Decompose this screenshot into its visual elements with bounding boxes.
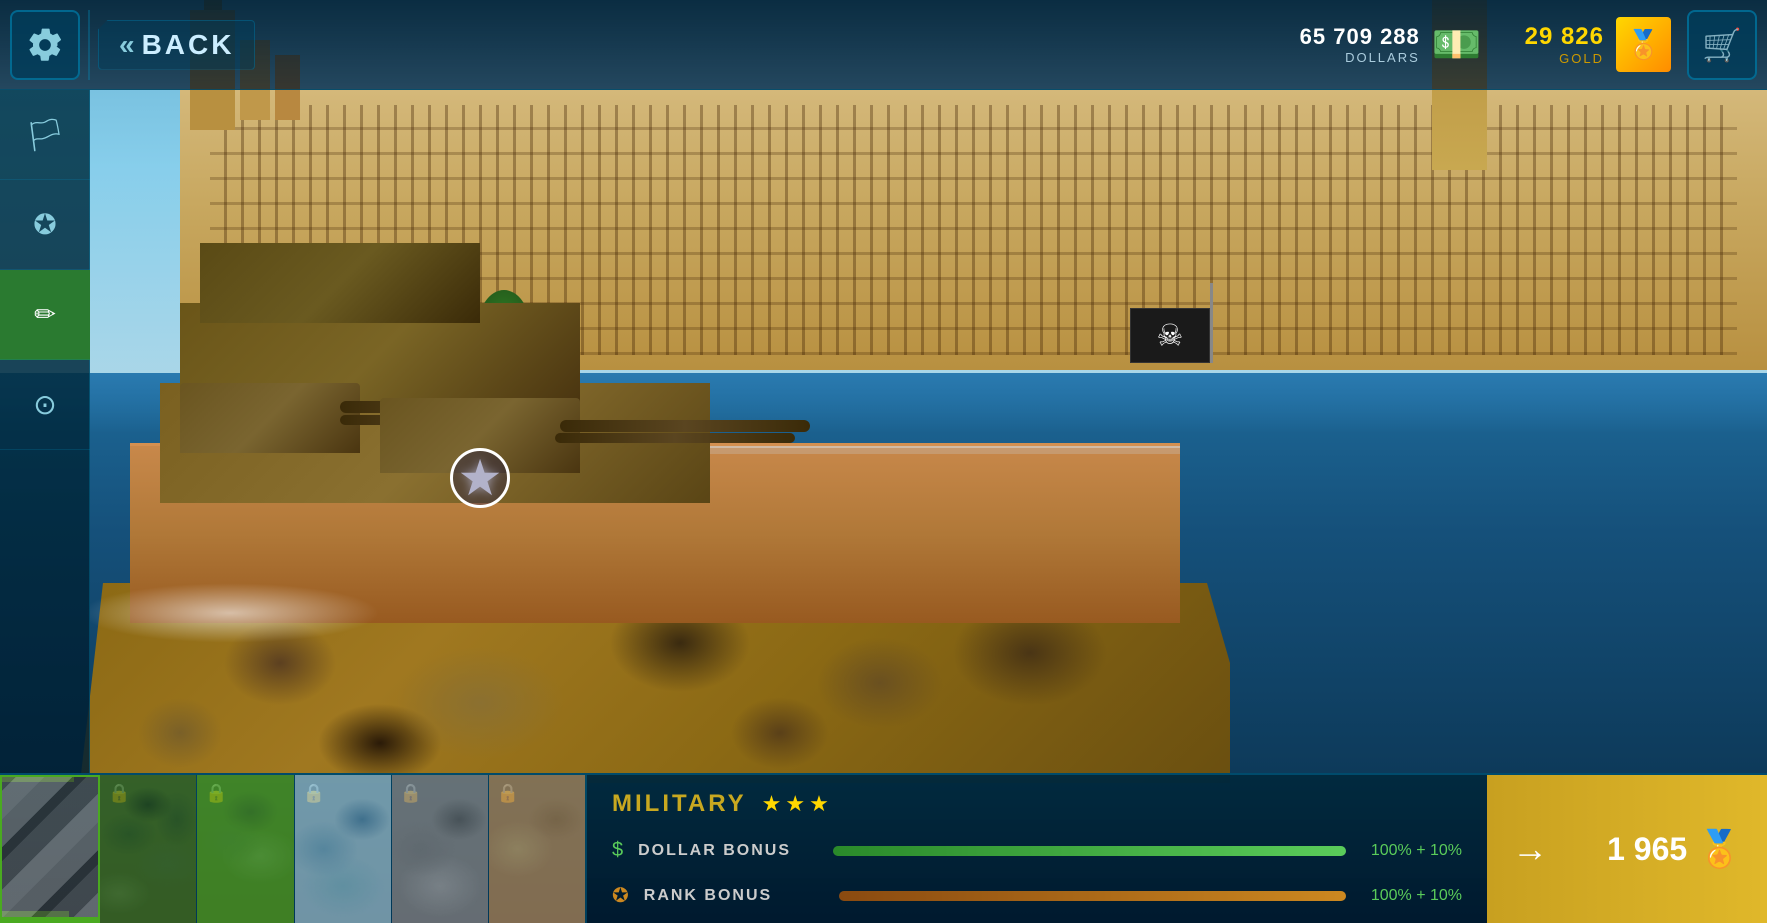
dollar-bonus-label: DOLLAR BONUS (638, 842, 818, 860)
camo-gray-preview (392, 775, 488, 923)
flag-icon: 🏳 (25, 116, 66, 154)
buy-arrow-icon: → (1512, 828, 1548, 870)
gun-turret-1 (180, 383, 360, 453)
camo-stars: ★ ★ ★ (762, 791, 829, 817)
sidebar-item-emblem[interactable]: ⊙ (0, 360, 90, 450)
top-bar: « BACK 65 709 288 DOLLARS 💵 29 826 GOLD … (0, 0, 1767, 90)
star-3: ★ (809, 791, 829, 817)
dollars-label: DOLLARS (1345, 50, 1420, 65)
camo-tile-military[interactable] (0, 775, 100, 923)
bottom-panel: 🔒 🔒 🔒 🔒 🔒 MILITARY ★ (0, 773, 1767, 923)
pirate-flag (1130, 308, 1210, 363)
gun-barrel-2b (555, 433, 795, 443)
dollar-bonus-percent: 100% + 10% (1371, 842, 1462, 860)
gold-bar-icon: 🏅 (1616, 17, 1671, 72)
gold-label: GOLD (1559, 51, 1604, 66)
customize-icon: ✏ (34, 299, 56, 330)
camo-arctic-preview (295, 775, 391, 923)
rank-bonus-row: ✪ RANK BONUS 100% + 10% (612, 883, 1462, 908)
gear-icon (25, 25, 65, 65)
separator-1 (88, 10, 90, 80)
camo-desert-preview (489, 775, 585, 923)
buy-price-display: 1 965 🏅 (1607, 828, 1742, 870)
dollar-bonus-row: $ DOLLAR BONUS 100% + 10% (612, 839, 1462, 862)
dollar-bonus-bar-container (833, 846, 1346, 856)
buy-gold-icon: 🏅 (1697, 828, 1742, 870)
camo-tiles-row: 🔒 🔒 🔒 🔒 🔒 (0, 775, 587, 923)
rank-bonus-icon: ✪ (612, 883, 629, 908)
camo-tile-arctic[interactable]: 🔒 (295, 775, 392, 923)
gold-info: 29 826 GOLD (1525, 23, 1604, 66)
camo-jungle-bright-preview (197, 775, 293, 923)
gold-amount: 29 826 (1525, 23, 1604, 51)
dollars-info: 65 709 288 DOLLARS (1300, 24, 1420, 65)
gun-barrel-2 (560, 420, 810, 432)
flag-pole (1210, 283, 1213, 363)
star-emblem (450, 448, 510, 508)
money-icon: 💵 (1432, 21, 1482, 68)
ship (80, 263, 1280, 783)
back-label: BACK (142, 29, 235, 61)
camo-tile-jungle[interactable]: 🔒 (100, 775, 197, 923)
rank-bonus-bar (839, 891, 1346, 901)
superstructure-top (200, 243, 480, 323)
dollar-bonus-icon: $ (612, 839, 623, 862)
rank-bonus-percent: 100% + 10% (1371, 887, 1462, 905)
gold-display: 29 826 GOLD 🏅 (1510, 17, 1671, 72)
star-1: ★ (762, 791, 782, 817)
cart-button[interactable]: 🛒 (1687, 10, 1757, 80)
achievement-icon: ✪ (33, 208, 56, 241)
camo-info-panel: MILITARY ★ ★ ★ $ DOLLAR BONUS 100% + 10%… (587, 775, 1487, 923)
sidebar-item-customize[interactable]: ✏ (0, 270, 90, 360)
camo-military-preview (2, 777, 98, 921)
rank-bonus-label: RANK BONUS (644, 887, 824, 905)
buy-button[interactable]: → 1 965 🏅 (1487, 775, 1767, 923)
camo-name-row: MILITARY ★ ★ ★ (612, 790, 1462, 818)
back-arrows-icon: « (119, 29, 130, 61)
dollars-amount: 65 709 288 (1300, 24, 1420, 50)
ship-wake (80, 583, 380, 643)
camo-jungle-preview (100, 775, 196, 923)
camo-tile-gray[interactable]: 🔒 (392, 775, 489, 923)
rank-bonus-bar-container (839, 891, 1346, 901)
star-2: ★ (785, 791, 805, 817)
camo-tile-desert[interactable]: 🔒 (489, 775, 585, 923)
dollars-display: 65 709 288 DOLLARS 💵 (1300, 21, 1482, 68)
buy-price-amount: 1 965 (1607, 831, 1687, 868)
left-sidebar: 🏳 ✪ ✏ ⊙ (0, 90, 90, 773)
sidebar-item-flag[interactable]: 🏳 (0, 90, 90, 180)
emblem-icon: ⊙ (33, 388, 56, 421)
sidebar-item-achievement[interactable]: ✪ (0, 180, 90, 270)
dollar-bonus-bar (833, 846, 1346, 856)
star-circle (450, 448, 510, 508)
camo-name: MILITARY (612, 790, 747, 818)
settings-button[interactable] (10, 10, 80, 80)
camo-tile-jungle-bright[interactable]: 🔒 (197, 775, 294, 923)
back-button[interactable]: « BACK (98, 20, 255, 70)
